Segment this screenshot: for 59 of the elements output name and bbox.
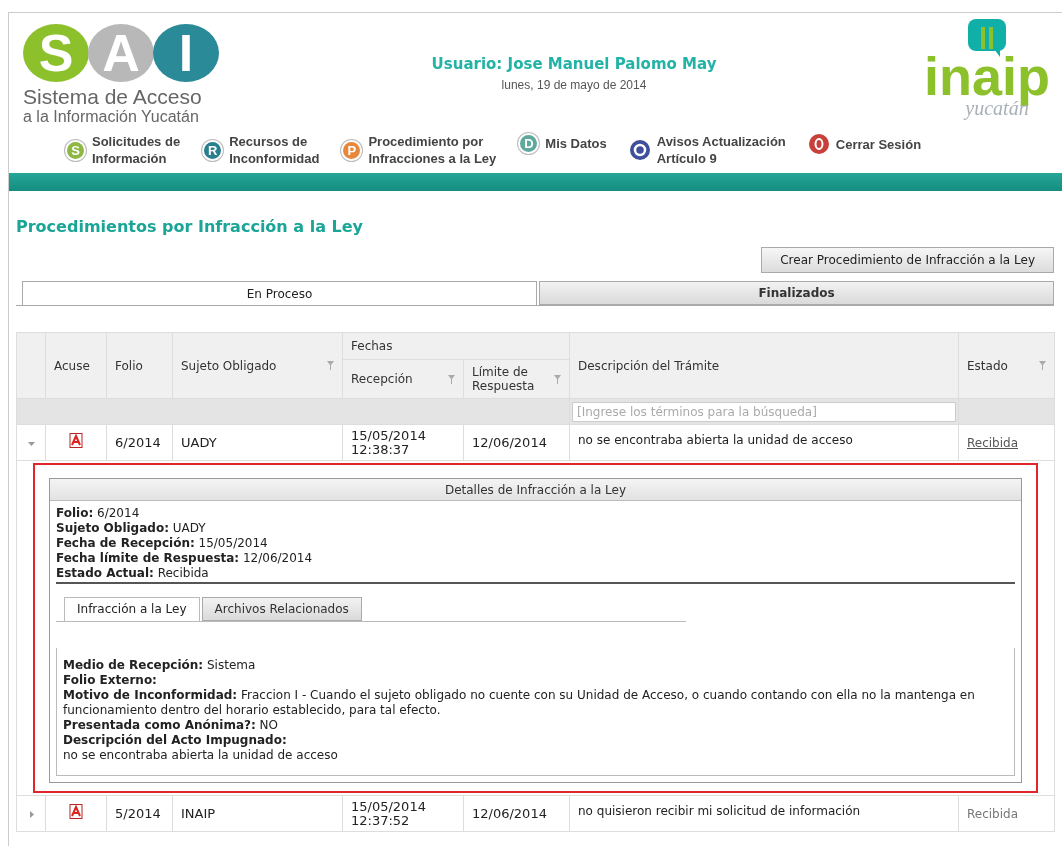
detail-line: Estado Actual: Recibida [56,566,210,581]
detail-line: Presentada como Anónima?: NO [63,718,279,733]
column-header: Acuse [54,358,90,373]
expand-toggle[interactable] [27,810,35,818]
column-header: Estado [967,357,1008,375]
tab[interactable]: Archivos Relacionados [201,597,362,621]
page-title: Procedimientos por Infracción a la Ley [16,216,364,238]
nav-link[interactable]: Cerrar Sesión [807,133,922,155]
logo-letter: S [23,24,89,82]
nav-badge: P [341,139,363,161]
logo-title: Sistema de Acceso [23,86,203,108]
user-name: Usuario: Jose Manuel Palomo May [431,54,717,75]
table-cell: 15/05/2014 12:38:37 [351,427,426,457]
tab[interactable]: En Proceso [22,281,537,305]
current-date: lunes, 19 de mayo de 2014 [501,76,647,94]
table-cell: 12/06/2014 [472,434,547,450]
nav-link[interactable]: D Mis Datos [518,133,607,154]
logo-letter: A [88,24,154,82]
filter-icon[interactable] [1039,361,1046,370]
tab[interactable]: Finalizados [539,281,1054,305]
nav-badge: D [518,133,540,154]
detail-line: Medio de Recepción: Sistema [63,658,257,673]
logo-letter: I [153,24,219,82]
table-cell: INAIP [181,805,216,821]
table-cell: no quisieron recibir mi solicitud de información [578,804,861,818]
column-header: Fechas [351,339,393,353]
filter-icon[interactable] [554,374,561,384]
search-field[interactable]: [Ingrese los términos para la búsqueda] [572,401,956,422]
create-procedure-button[interactable]: Crear Procedimiento de Infracción a la Ley [761,247,1054,273]
expand-toggle[interactable] [27,439,35,447]
detail-line: Descripción del Acto Impugnado: [63,733,288,748]
column-header: Límite de Respuesta [472,365,535,393]
detail-line: Fecha de Recepción: 15/05/2014 [56,536,269,551]
nav-badge: S [65,139,86,161]
table-cell: 12/06/2014 [472,805,547,821]
detail-line: Folio Externo: [63,673,158,688]
filter-icon[interactable] [448,374,455,384]
detail-line: no se encontraba abierta la unidad de acceso [63,748,339,763]
pdf-file-icon[interactable] [69,803,83,819]
column-header: Descripción del Trámite [578,358,720,373]
table-cell: 6/2014 [115,434,161,450]
nav-link[interactable]: Avisos Actualización Artículo 9 [628,133,786,167]
nav-badge: R [202,139,224,161]
details-title: Detalles de Infracción a la Ley [50,479,1021,501]
filter-icon[interactable] [327,361,334,370]
detail-line: Sujeto Obligado: UADY [56,521,207,536]
detail-line: Motivo de Inconformidad: Fraccion I - Cuando el sujeto obligado no cuente con su Unidad de Acceso, o cuando contando con ella no la mantenga en funcionamiento dentro del horario establecido, para tal efecto. [63,688,976,718]
table-cell: 15/05/2014 12:37:52 [351,798,426,828]
tab[interactable]: Infracción a la Ley [64,597,200,621]
column-header: Folio [115,358,143,373]
detail-line: Fecha límite de Respuesta: 12/06/2014 [56,551,314,566]
column-header: Sujeto Obligado [181,357,277,375]
detail-line: Folio: 6/2014 [56,506,141,521]
table-cell: 5/2014 [115,805,161,821]
column-header: Recepción [351,371,413,388]
logo-subtitle: a la Información Yucatán [23,108,200,126]
table-cell: UADY [181,434,217,450]
table-cell: no se encontraba abierta la unidad de acceso [578,433,853,447]
pdf-file-icon[interactable] [69,432,83,448]
